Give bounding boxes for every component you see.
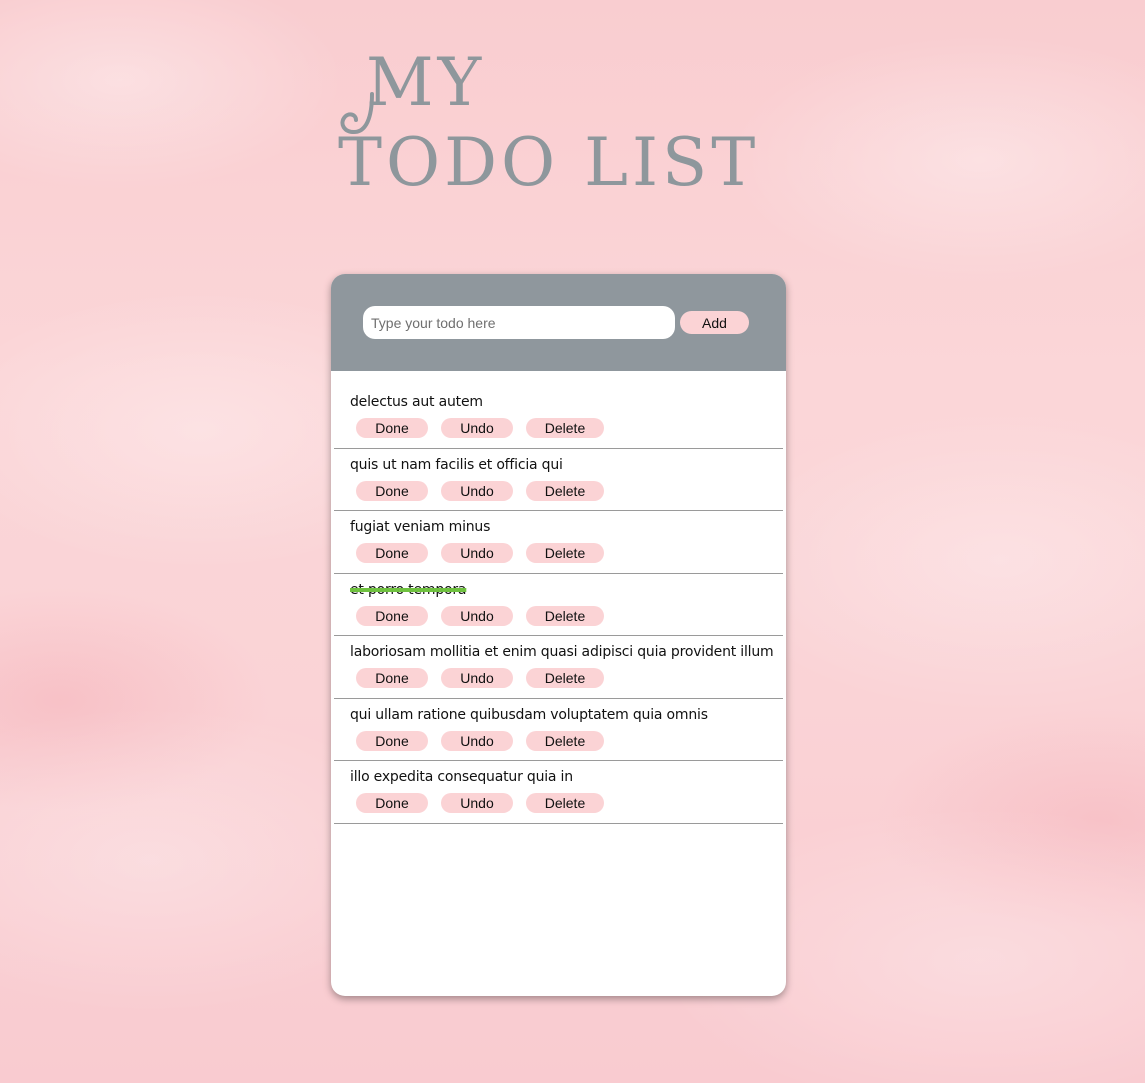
- done-button[interactable]: Done: [356, 543, 428, 563]
- todo-card: Add delectus aut autemDoneUndoDeletequis…: [331, 274, 786, 996]
- undo-button[interactable]: Undo: [441, 418, 513, 438]
- todo-list: delectus aut autem Done Undo Delete quis ut …: [334, 386, 783, 824]
- todo-item: et porro tempora Done Undo Delete: [334, 574, 783, 636]
- undo-button[interactable]: Undo: [441, 730, 513, 751]
- todo-text: qui ullam ratione quibusdam voluptatem q…: [350, 706, 708, 723]
- todo-item: laboriosam mollitia et enim quasi adipis…: [334, 636, 783, 699]
- done-button[interactable]: Done: [356, 418, 428, 438]
- add-button[interactable]: Add: [680, 311, 749, 334]
- delete-button[interactable]: Delete: [526, 605, 604, 626]
- delete-button[interactable]: Delete: [526, 543, 604, 563]
- todo-text: fugiat veniam minus: [350, 519, 491, 535]
- todo-item: illo expedita consequatur quia in Done Und…: [334, 761, 783, 824]
- undo-button[interactable]: Undo: [441, 793, 513, 813]
- delete-button[interactable]: Delete: [526, 418, 604, 438]
- title-line-2: TODO LIST: [338, 124, 760, 201]
- delete-button[interactable]: Delete: [526, 730, 604, 751]
- undo-button[interactable]: Undo: [441, 605, 513, 626]
- todo-text: et porro tempora: [350, 581, 467, 598]
- todo-item: delectus aut autem Done Undo Delete: [334, 386, 783, 449]
- todo-text: delectus aut autem: [350, 394, 483, 410]
- todo-text: quis ut nam facilis et officia qui: [350, 456, 563, 473]
- todo-input[interactable]: [363, 306, 675, 339]
- undo-button[interactable]: Undo: [441, 543, 513, 563]
- todo-item: fugiat veniam minus Done Undo Delete: [334, 511, 783, 574]
- delete-button[interactable]: Delete: [526, 480, 604, 501]
- done-button[interactable]: Done: [356, 793, 428, 813]
- delete-button[interactable]: Delete: [526, 793, 604, 813]
- undo-button[interactable]: Undo: [441, 668, 513, 688]
- todo-item: quis ut nam facilis et officia qui Done Un…: [334, 449, 783, 511]
- done-button[interactable]: Done: [356, 605, 428, 626]
- todo-text: illo expedita consequatur quia in: [350, 769, 573, 785]
- done-button[interactable]: Done: [356, 730, 428, 751]
- todo-text: laboriosam mollitia et enim quasi adipis…: [350, 644, 774, 660]
- done-button[interactable]: Done: [356, 480, 428, 501]
- undo-button[interactable]: Undo: [441, 480, 513, 501]
- todo-item: qui ullam ratione quibusdam voluptatem q…: [334, 699, 783, 761]
- page-title: MY TODO LIST: [336, 48, 766, 208]
- delete-button[interactable]: Delete: [526, 668, 604, 688]
- todo-form: Add: [331, 274, 786, 371]
- done-button[interactable]: Done: [356, 668, 428, 688]
- title-line-1: MY: [366, 44, 486, 121]
